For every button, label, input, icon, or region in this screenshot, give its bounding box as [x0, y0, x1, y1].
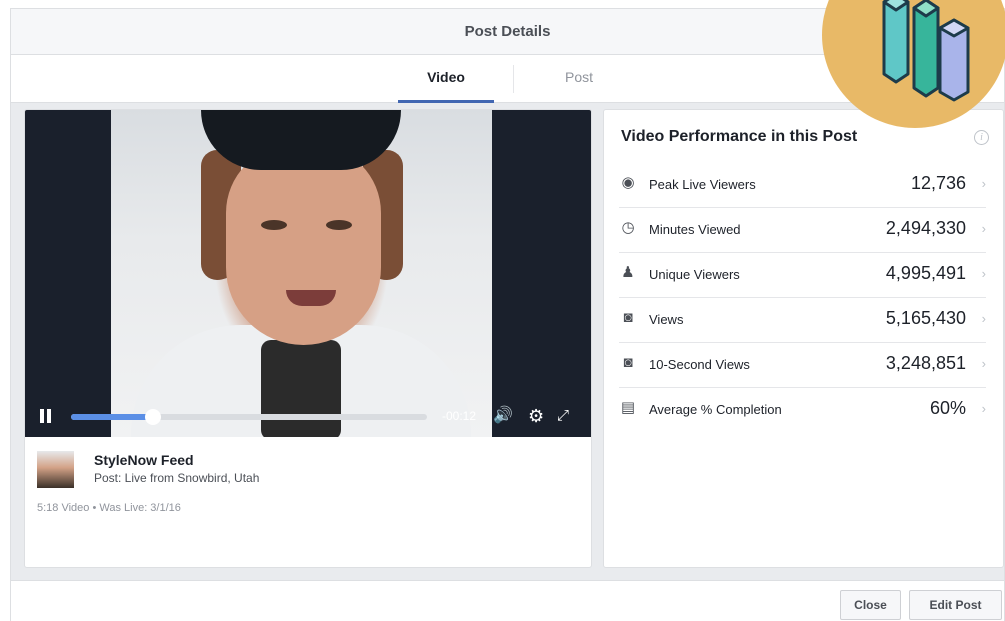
video-frame — [111, 110, 492, 437]
metric-row-10-second-views[interactable]: ◙ 10-Second Views 3,248,851 › — [619, 343, 986, 388]
edit-post-button[interactable]: Edit Post — [909, 590, 1002, 620]
dialog-footer: Close Edit Post — [11, 580, 1004, 621]
progress-bar[interactable] — [71, 409, 427, 425]
chevron-right-icon: › — [981, 401, 986, 416]
broadcast-icon: ◉ — [621, 174, 635, 191]
metric-label: Peak Live Viewers — [649, 177, 756, 192]
chevron-right-icon: › — [981, 221, 986, 236]
metric-row-unique-viewers[interactable]: ♟ Unique Viewers 4,995,491 › — [619, 253, 986, 298]
performance-title: Video Performance in this Post — [621, 128, 858, 145]
metric-value: 60% — [929, 398, 966, 418]
chevron-right-icon: › — [981, 176, 986, 191]
time-remaining: -00:12 — [442, 409, 477, 423]
metrics-list: ◉ Peak Live Viewers 12,736 › ◷ Minutes V… — [604, 163, 1003, 433]
tab-divider — [513, 65, 514, 93]
page-name[interactable]: StyleNow Feed — [94, 452, 194, 468]
metric-value: 5,165,430 — [885, 308, 966, 328]
gear-icon[interactable]: ⚙ — [528, 407, 544, 425]
post-title: Post: Live from Snowbird, Utah — [94, 471, 260, 485]
metric-value: 3,248,851 — [885, 353, 966, 373]
pause-icon[interactable] — [39, 409, 53, 423]
metric-label: Unique Viewers — [649, 267, 740, 282]
close-button[interactable]: Close — [840, 590, 901, 620]
analytics-chart-icon — [822, 0, 1005, 128]
info-icon[interactable]: i — [974, 130, 989, 145]
video-meta-line: 5:18 Video • Was Live: 3/1/16 — [37, 502, 181, 514]
tab-post[interactable]: Post — [531, 55, 627, 103]
metric-row-average-completion[interactable]: ▤ Average % Completion 60% › — [619, 388, 986, 433]
person-icon: ♟ — [621, 264, 635, 281]
progress-handle[interactable] — [144, 409, 161, 425]
metric-row-minutes-viewed[interactable]: ◷ Minutes Viewed 2,494,330 › — [619, 208, 986, 253]
clock-icon: ◷ — [621, 219, 635, 236]
video-card: -00:12 🔊 ⚙ ⤢ StyleNow Feed Post: Live fr… — [24, 109, 592, 568]
video-player[interactable]: -00:12 🔊 ⚙ ⤢ — [25, 110, 591, 437]
metric-label: Views — [649, 312, 684, 327]
metric-value: 4,995,491 — [885, 263, 966, 283]
chevron-right-icon: › — [981, 311, 986, 326]
chevron-right-icon: › — [981, 266, 986, 281]
metric-label: Average % Completion — [649, 402, 782, 417]
player-controls: -00:12 🔊 ⚙ ⤢ — [25, 397, 591, 437]
metric-value: 2,494,330 — [885, 218, 966, 238]
bar-chart-icon — [882, 0, 970, 102]
chevron-right-icon: › — [981, 356, 986, 371]
metric-label: Minutes Viewed — [649, 222, 741, 237]
tab-video[interactable]: Video — [398, 55, 494, 103]
metric-label: 10-Second Views — [649, 357, 750, 372]
video-camera-icon: ◙ — [623, 309, 633, 326]
progress-fill — [71, 414, 153, 420]
metric-row-peak-live-viewers[interactable]: ◉ Peak Live Viewers 12,736 › — [619, 163, 986, 208]
video-camera-icon: ◙ — [623, 354, 633, 371]
fullscreen-icon[interactable]: ⤢ — [557, 407, 569, 425]
metric-value: 12,736 — [910, 173, 966, 193]
volume-icon[interactable]: 🔊 — [493, 407, 513, 425]
video-thumbnail[interactable] — [37, 451, 74, 488]
film-icon: ▤ — [620, 399, 636, 416]
video-performance-card: Video Performance in this Post i ◉ Peak … — [603, 109, 1004, 568]
metric-row-views[interactable]: ◙ Views 5,165,430 › — [619, 298, 986, 343]
